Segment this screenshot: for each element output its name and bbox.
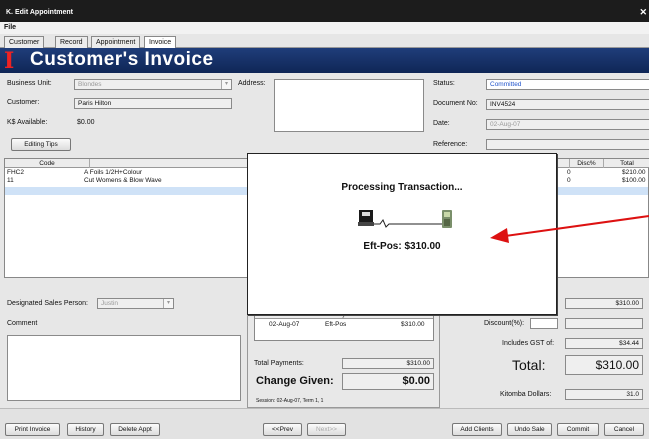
processing-title: Processing Transaction... [341,182,463,193]
eftpos-amount: Eft-Pos: $310.00 [363,241,441,252]
comment-field[interactable] [7,335,241,401]
discount-input[interactable] [530,318,558,329]
row2-desc: Cut Womens & Blow Wave [84,177,162,184]
reference-label: Reference: [433,141,468,148]
column-total[interactable]: Total [604,159,649,168]
customer-label: Customer: [7,99,40,106]
address-field[interactable] [274,79,424,132]
tab-appointment[interactable]: Appointment [91,36,141,48]
change-given-label: Change Given: [256,375,334,387]
eftpos-terminal-icon [358,210,452,228]
editing-tips-button[interactable]: Editing Tips [11,138,71,151]
document-no-label: Document No: [433,100,478,107]
commit-button[interactable]: Commit [557,423,599,436]
kitomba-dollars-label: Kitomba Dollars: [500,391,552,398]
gst-label: Includes GST of: [502,340,555,347]
tab-strip: Customer Record Appointment Invoice [0,34,649,49]
payment-date: 02-Aug-07 [269,321,300,328]
menu-file[interactable]: File [4,24,16,31]
tab-customer[interactable]: Customer [4,36,45,48]
prev-button[interactable]: <<Prev [263,423,302,436]
row1-total: $210.00 [622,169,646,176]
menu-bar: File [0,22,649,34]
chevron-down-icon: ▾ [221,80,231,89]
window-title: Edit Appointment [14,9,74,16]
payments-panel: # Date Payment Amount 02-Aug-07 Eft-Pos … [247,310,440,408]
total-payments-field: $310.00 [342,358,434,369]
processing-dialog: Processing Transaction... Eft-Pos: $310.… [247,153,557,315]
add-clients-button[interactable]: Add Clients [452,423,502,436]
page-title: Customer's Invoice [30,49,214,70]
payment-amount: $310.00 [401,321,425,328]
address-label: Address: [238,80,266,87]
business-unit-select[interactable]: Blondes ▾ [74,79,232,90]
k-available-label: K$ Available: [7,119,48,126]
designated-select[interactable]: Justin ▾ [97,298,174,309]
discount-label: Discount(%): [484,320,525,327]
payment-type: Eft-Pos [325,321,347,328]
row1-code: FHC2 [7,169,24,176]
chevron-down-icon: ▾ [163,299,173,308]
designated-value: Justin [101,300,118,307]
total-field: $310.00 [565,355,643,375]
payments-table: # Date Payment Amount 02-Aug-07 Eft-Pos … [254,311,434,341]
column-code[interactable]: Code [5,159,90,168]
change-given-field: $0.00 [342,373,434,390]
document-no-field[interactable]: INV4524 [486,99,649,110]
close-icon[interactable]: ✕ [639,7,647,18]
total-payments-label: Total Payments: [254,360,304,367]
subtotal-field: $310.00 [565,298,643,309]
column-disc[interactable]: Disc% [570,159,604,168]
next-button[interactable]: Next>> [307,423,346,436]
comment-label: Comment [7,320,38,327]
print-invoice-button[interactable]: Print Invoice [5,423,60,436]
row1-disc: 0 [567,169,571,176]
cancel-button[interactable]: Cancel [604,423,644,436]
discount-amount [565,318,643,329]
kitomba-logo-icon: I [4,48,15,74]
row2-code: 11 [7,177,14,184]
app-icon: K. [6,9,13,16]
business-unit-label: Business Unit: [7,80,52,87]
title-bar: K. Edit Appointment ✕ [0,0,649,22]
session-info: Session: 02-Aug-07, Term 1, 1 [256,398,324,404]
status-label: Status: [433,80,455,87]
invoice-banner: I Customer's Invoice [0,48,649,73]
total-label: Total: [512,357,546,373]
reference-field[interactable] [486,139,649,150]
status-field: Committed [486,79,649,90]
row1-desc: A Foils 1/2H+Colour [84,169,142,176]
undo-sale-button[interactable]: Undo Sale [507,423,552,436]
date-field[interactable]: 02-Aug-07 [486,119,649,130]
gst-field: $34.44 [565,338,643,349]
designated-label: Designated Sales Person: [7,300,88,307]
business-unit-value: Blondes [78,81,102,88]
date-label: Date: [433,120,450,127]
history-button[interactable]: History [67,423,104,436]
row2-disc: 0 [567,177,571,184]
customer-field[interactable]: Paris Hilton [74,98,232,109]
kitomba-dollars-field: 31.0 [565,389,643,400]
k-available-value: $0.00 [77,119,95,126]
row2-total: $100.00 [622,177,646,184]
delete-appt-button[interactable]: Delete Appt [110,423,160,436]
tab-record[interactable]: Record [55,36,88,48]
